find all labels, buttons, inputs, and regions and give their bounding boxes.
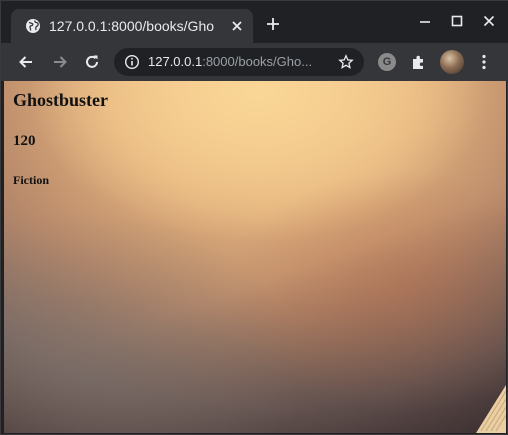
book-pages: 120 [13, 133, 36, 149]
extensions-puzzle-icon[interactable] [410, 53, 428, 71]
info-icon[interactable] [124, 54, 140, 70]
book-title: Ghostbuster [13, 90, 109, 110]
maximize-icon[interactable] [449, 13, 465, 29]
back-arrow-icon[interactable] [17, 53, 35, 71]
minimize-icon[interactable] [417, 13, 433, 29]
page-content: Ghostbuster 120 Fiction [4, 81, 506, 433]
globe-icon [26, 19, 40, 33]
tab-active[interactable]: 127.0.0.1:8000/books/Gho [11, 9, 253, 43]
new-tab-icon[interactable] [265, 16, 281, 32]
profile-avatar[interactable] [440, 50, 464, 74]
forward-arrow-icon[interactable] [51, 53, 69, 71]
more-menu-icon[interactable] [475, 53, 493, 71]
bookmark-star-icon[interactable] [338, 54, 354, 70]
url-path: :8000/books/Gho... [202, 54, 313, 69]
browser-window: 127.0.0.1:8000/books/Gho 127.0.0.1:8000/… [0, 0, 508, 435]
tab-title: 127.0.0.1:8000/books/Gho [49, 18, 215, 34]
reload-icon[interactable] [83, 53, 101, 71]
close-window-icon[interactable] [481, 13, 497, 29]
tab-strip: 127.0.0.1:8000/books/Gho [1, 1, 508, 43]
extension-g-icon[interactable]: G [378, 53, 396, 71]
book-pages-decoration [476, 385, 506, 433]
url-text[interactable]: 127.0.0.1:8000/books/Gho... [148, 54, 328, 69]
browser-toolbar: 127.0.0.1:8000/books/Gho... G [1, 43, 508, 81]
url-host: 127.0.0.1 [148, 54, 203, 69]
address-bar[interactable]: 127.0.0.1:8000/books/Gho... [114, 48, 364, 76]
close-tab-icon[interactable] [229, 18, 245, 34]
book-genre: Fiction [13, 173, 49, 187]
